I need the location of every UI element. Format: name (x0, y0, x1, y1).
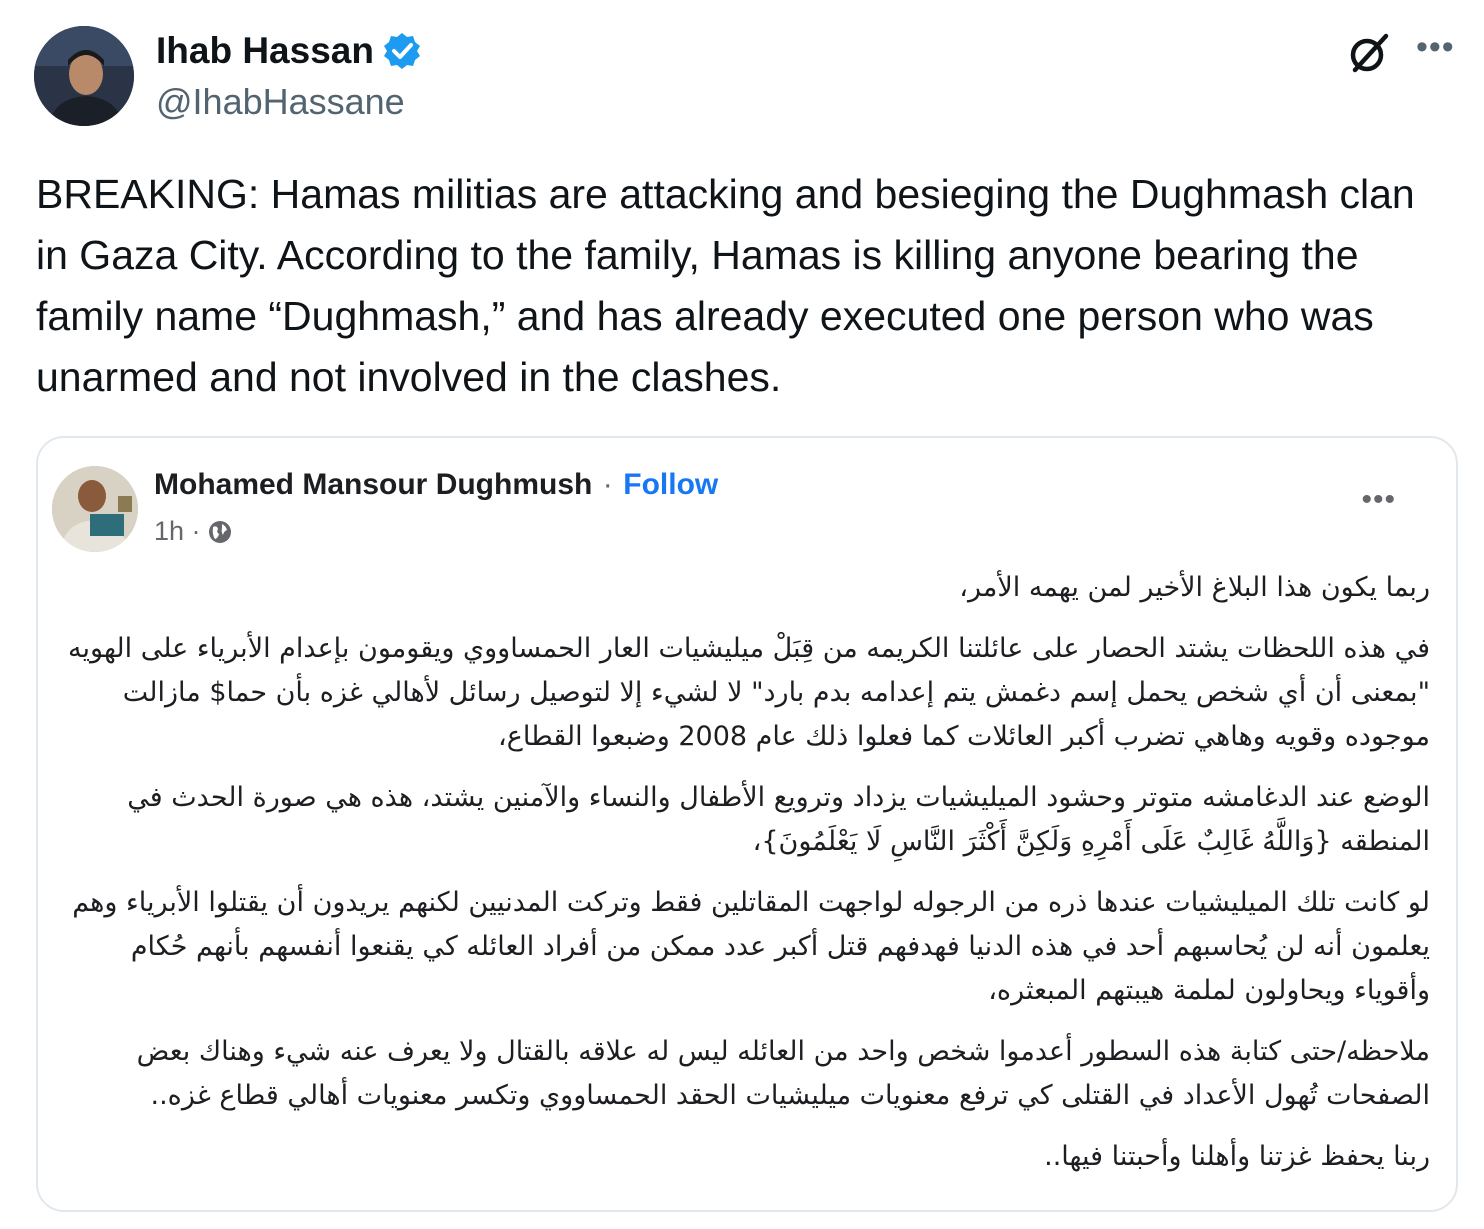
post-paragraph: لو كانت تلك الميليشيات عندها ذره من الرج… (72, 887, 1430, 1006)
post-paragraph: الوضع عند الدغامشه متوتر وحشود الميليشيا… (127, 782, 1430, 857)
post-time[interactable]: 1h · (154, 516, 201, 547)
quoted-more-options-icon[interactable]: ••• (1361, 485, 1396, 515)
verified-badge-icon (382, 31, 422, 71)
post-paragraph: في هذه اللحظات يشتد الحصار على عائلتنا ا… (68, 633, 1430, 752)
avatar-photo (34, 26, 134, 126)
author-name-row[interactable]: Ihab Hassan (156, 28, 422, 74)
author-handle[interactable]: @IhabHassane (156, 80, 405, 124)
quoted-post-card[interactable]: Mohamed Mansour Dughmush · Follow 1h · •… (36, 436, 1458, 1212)
post-paragraph: ملاحظه/حتى كتابة هذه السطور أعدموا شخص و… (136, 1036, 1430, 1111)
quoted-post-header: Mohamed Mansour Dughmush · Follow (154, 468, 718, 502)
header-separator: · (602, 468, 613, 501)
author-avatar[interactable] (34, 26, 134, 126)
globe-icon (207, 519, 233, 545)
follow-button[interactable]: Follow (623, 468, 718, 501)
quoted-author-avatar[interactable] (52, 466, 138, 552)
post-paragraph: ربنا يحفظ غزتنا وأهلنا وأحبتنا فيها.. (1044, 1141, 1430, 1172)
quoted-post-body: ربما يكون هذا البلاغ الأخير لمن يهمه الأ… (68, 566, 1430, 1196)
grok-icon[interactable] (1346, 30, 1392, 76)
quoted-post-meta: 1h · (154, 516, 233, 547)
more-options-icon[interactable]: ••• (1416, 30, 1455, 64)
quoted-avatar-photo (52, 466, 138, 552)
tweet-text: BREAKING: Hamas militias are attacking a… (36, 171, 1415, 400)
quoted-author-name[interactable]: Mohamed Mansour Dughmush (154, 468, 592, 501)
author-name[interactable]: Ihab Hassan (156, 28, 374, 74)
post-paragraph: ربما يكون هذا البلاغ الأخير لمن يهمه الأ… (959, 572, 1430, 603)
